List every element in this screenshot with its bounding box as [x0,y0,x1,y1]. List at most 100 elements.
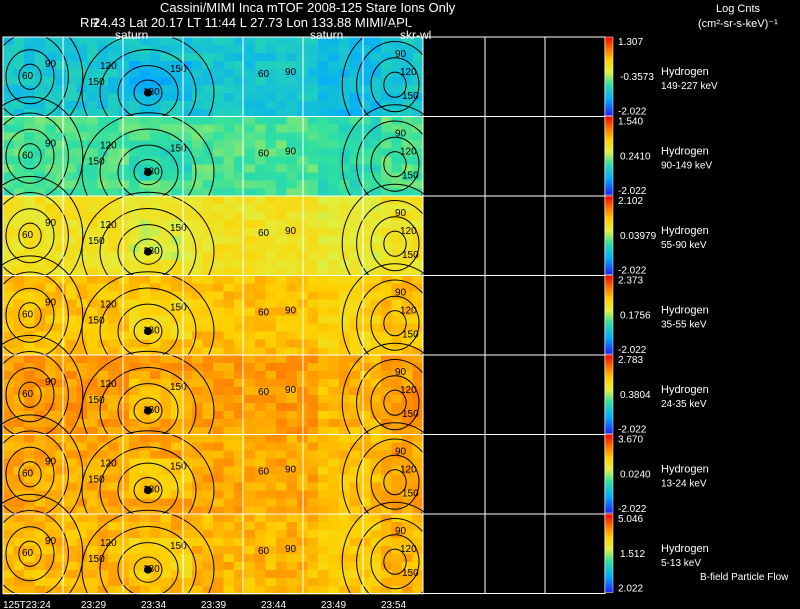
heatmap-cell [118,331,130,340]
species-label: Hydrogen [661,66,709,78]
heatmap-cell [307,371,319,380]
heatmap-cell [339,442,350,451]
heatmap-cell [276,371,287,380]
heatmap-cell [318,498,329,507]
heatmap-cell [213,196,224,205]
heatmap-cell [213,101,224,110]
heatmap-cell [381,538,392,547]
heatmap-cell [213,331,224,340]
heatmap-cell [192,148,203,157]
heatmap-cell [381,522,392,531]
colorbar [604,513,614,593]
heatmap-cell [108,244,119,253]
heatmap-cell [213,236,224,245]
heatmap-cell [192,299,203,308]
heatmap-cell [171,403,182,412]
heatmap-cell [213,37,224,46]
heatmap-cell [276,442,287,451]
heatmap-cell [297,172,308,181]
heatmap-cell [265,411,277,420]
heatmap-cell [34,85,46,94]
heatmap-cell [223,204,235,213]
heatmap-cell [87,45,98,54]
heatmap-cell [87,204,98,213]
heatmap-cell [265,442,277,451]
heatmap-cell [213,204,224,213]
time-tick-label: 125T23:24 [3,600,51,609]
species-label: Hydrogen [661,464,709,476]
heatmap-cell [118,554,130,563]
heatmap-cell [265,283,277,292]
heatmap-cell [244,69,256,78]
heatmap-cell [276,514,287,523]
heatmap-cell [24,124,35,133]
heatmap-cell [286,283,298,292]
heatmap-cell [255,132,266,141]
heatmap-cell [108,260,119,269]
heatmap-cell [171,85,182,94]
heatmap-cell [339,482,350,491]
heatmap-cell [391,395,403,404]
heatmap-cell [255,570,266,579]
heatmap-cell [34,116,46,125]
heatmap-cell [223,403,235,412]
heatmap-cell [150,236,161,245]
heatmap-cell [223,252,235,261]
contour-label: 90 [45,298,57,309]
heatmap-cell [339,387,350,396]
orbit-marker-label: R [90,16,99,30]
heatmap-cell [307,562,319,571]
heatmap-cell [265,498,277,507]
heatmap-cell [223,371,235,380]
heatmap-cell [265,93,277,102]
heatmap-cell [307,498,319,507]
contour-label: 120 [100,379,117,390]
contour-label: 120 [100,220,117,231]
heatmap-cell [13,450,25,459]
heatmap-cell [108,498,119,507]
heatmap-cell [244,538,256,547]
heatmap-cell [202,514,214,523]
heatmap-cell [139,387,151,396]
heatmap-cell [3,283,14,292]
heatmap-cell [192,514,203,523]
heatmap-cell [202,45,214,54]
heatmap-cell [318,101,329,110]
heatmap-cell [223,77,235,86]
heatmap-cell [108,570,119,579]
heatmap-cell [24,450,35,459]
heatmap-cell [192,252,203,261]
heatmap-cell [87,260,98,269]
heatmap-cell [328,442,340,451]
heatmap-cell [139,530,151,539]
heatmap-cell [244,236,256,245]
heatmap-cell [213,93,224,102]
heatmap-cell [349,244,361,253]
heatmap-cell [349,578,361,587]
heatmap-cell [286,474,298,483]
heatmap-cell [339,77,350,86]
heatmap-cell [13,538,25,547]
heatmap-cell [24,434,35,443]
heatmap-cell [223,530,235,539]
heatmap-cell [265,196,277,205]
heatmap-cell [307,530,319,539]
heatmap-cell [339,196,350,205]
heatmap-cell [286,554,298,563]
heatmap-cell [244,116,256,125]
heatmap-cell [171,562,182,571]
heatmap-cell [213,291,224,300]
heatmap-cell [307,514,319,523]
heatmap-cell [255,403,266,412]
heatmap-cell [223,331,235,340]
heatmap-cell [192,228,203,237]
colorbar-mid-label: 0.3804 [620,390,651,401]
heatmap-cell [255,172,266,181]
heatmap-cell [45,482,56,491]
empty-region [425,514,605,594]
heatmap-cell [328,61,340,70]
heatmap-cell [66,411,77,420]
contour-label: 60 [258,546,270,557]
heatmap-cell [318,411,329,420]
heatmap-cell [244,562,256,571]
